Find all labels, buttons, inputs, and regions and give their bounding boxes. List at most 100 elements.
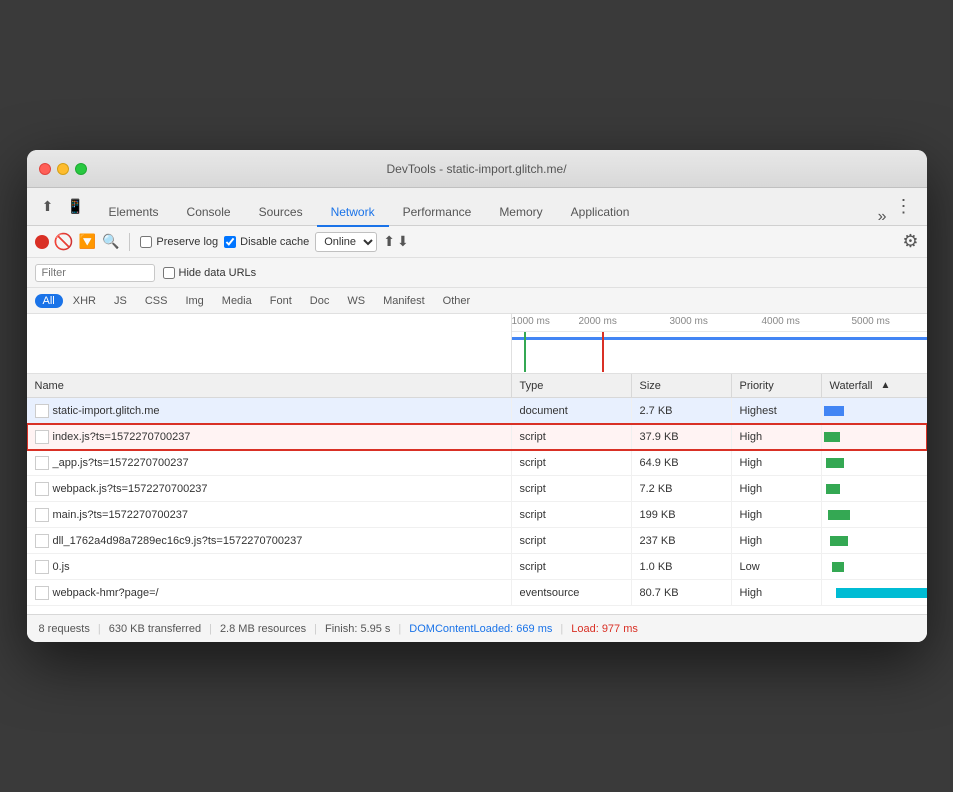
- sep-4: |: [398, 623, 401, 635]
- row-name-1: index.js?ts=1572270700237: [27, 424, 512, 450]
- filter-font-button[interactable]: Font: [262, 294, 300, 308]
- filter-js-button[interactable]: JS: [106, 294, 135, 308]
- table-row[interactable]: webpack-hmr?page=/ eventsource 80.7 KB H…: [27, 580, 927, 606]
- preserve-log-text: Preserve log: [156, 236, 218, 248]
- filter-css-button[interactable]: CSS: [137, 294, 176, 308]
- filter-media-button[interactable]: Media: [214, 294, 260, 308]
- hide-data-urls-label[interactable]: Hide data URLs: [163, 267, 257, 279]
- cursor-icon: ⬆: [42, 198, 54, 215]
- throttle-select[interactable]: Online: [315, 232, 377, 252]
- preserve-log-checkbox[interactable]: [140, 236, 152, 248]
- row-name-0: static-import.glitch.me: [27, 398, 512, 424]
- row-name-4: main.js?ts=1572270700237: [27, 502, 512, 528]
- devtools-body: ⬆ 📱 Elements Console Sources Network Per…: [27, 188, 927, 642]
- download-icon[interactable]: ⬇: [397, 233, 409, 250]
- row-waterfall-7: [822, 580, 927, 606]
- row-name-6: 0.js: [27, 554, 512, 580]
- tab-elements[interactable]: Elements: [95, 199, 173, 227]
- table-row[interactable]: 0.js script 1.0 KB Low: [27, 554, 927, 580]
- maximize-button[interactable]: [75, 163, 87, 175]
- tab-sources[interactable]: Sources: [245, 199, 317, 227]
- row-waterfall-4: [822, 502, 927, 528]
- record-button[interactable]: [35, 235, 49, 249]
- tab-performance[interactable]: Performance: [389, 199, 486, 227]
- row-priority-4: High: [732, 502, 822, 528]
- ruler-mark-5000: 5000 ms: [852, 316, 890, 327]
- timeline-bars: [512, 332, 927, 372]
- minimize-button[interactable]: [57, 163, 69, 175]
- disable-cache-checkbox[interactable]: [224, 236, 236, 248]
- col-size-header: Size: [632, 374, 732, 397]
- table-row[interactable]: main.js?ts=1572270700237 script 199 KB H…: [27, 502, 927, 528]
- waterfall-sort-icon: ▲: [881, 380, 891, 391]
- row-priority-6: Low: [732, 554, 822, 580]
- col-priority-header: Priority: [732, 374, 822, 397]
- col-name-header: Name: [27, 374, 512, 397]
- device-toggle-button[interactable]: 📱: [63, 194, 89, 220]
- waterfall-bar-5: [830, 536, 848, 546]
- tab-application[interactable]: Application: [557, 199, 644, 227]
- requests-table: Name Type Size Priority Waterfall ▲: [27, 374, 927, 614]
- sep-1: |: [98, 623, 101, 635]
- row-priority-2: High: [732, 450, 822, 476]
- status-bar: 8 requests | 630 KB transferred | 2.8 MB…: [27, 614, 927, 642]
- row-type-6: script: [512, 554, 632, 580]
- filter-input[interactable]: [35, 264, 155, 282]
- row-size-5: 237 KB: [632, 528, 732, 554]
- waterfall-bar-2: [826, 458, 844, 468]
- filter-doc-button[interactable]: Doc: [302, 294, 338, 308]
- filter-ws-button[interactable]: WS: [339, 294, 373, 308]
- preserve-log-label[interactable]: Preserve log: [140, 236, 218, 248]
- row-priority-0: Highest: [732, 398, 822, 424]
- settings-icon[interactable]: ⚙: [902, 231, 918, 252]
- filter-img-button[interactable]: Img: [177, 294, 211, 308]
- filter-other-button[interactable]: Other: [435, 294, 479, 308]
- kebab-menu-button[interactable]: ⋮: [889, 196, 919, 217]
- stop-recording-button[interactable]: 🚫: [55, 233, 73, 251]
- request-count: 8 requests: [39, 623, 90, 635]
- network-toolbar: 🚫 🔽 🔍 Preserve log Disable cache Online …: [27, 226, 927, 258]
- hide-data-urls-checkbox[interactable]: [163, 267, 175, 279]
- close-button[interactable]: [39, 163, 51, 175]
- more-tabs-button[interactable]: »: [878, 208, 887, 226]
- type-filter-bar: All XHR JS CSS Img Media Font Doc WS Man…: [27, 288, 927, 314]
- ruler-mark-2000: 2000 ms: [579, 316, 617, 327]
- table-row[interactable]: static-import.glitch.me document 2.7 KB …: [27, 398, 927, 424]
- sep-3: |: [314, 623, 317, 635]
- sep-5: |: [560, 623, 563, 635]
- table-row[interactable]: _app.js?ts=1572270700237 script 64.9 KB …: [27, 450, 927, 476]
- disable-cache-label[interactable]: Disable cache: [224, 236, 309, 248]
- table-row[interactable]: webpack.js?ts=1572270700237 script 7.2 K…: [27, 476, 927, 502]
- dom-content-loaded: DOMContentLoaded: 669 ms: [409, 623, 552, 635]
- finish-time: Finish: 5.95 s: [325, 623, 390, 635]
- row-type-0: document: [512, 398, 632, 424]
- file-icon-1: [35, 430, 49, 444]
- separator-1: [129, 233, 130, 251]
- traffic-lights: [39, 163, 87, 175]
- cursor-icon-button[interactable]: ⬆: [35, 194, 61, 220]
- tab-console[interactable]: Console: [173, 199, 245, 227]
- filter-xhr-button[interactable]: XHR: [65, 294, 104, 308]
- tab-memory[interactable]: Memory: [485, 199, 556, 227]
- filter-manifest-button[interactable]: Manifest: [375, 294, 433, 308]
- ruler-marks: 1000 ms 2000 ms 3000 ms 4000 ms 5000 ms …: [512, 314, 927, 332]
- row-name-7: webpack-hmr?page=/: [27, 580, 512, 606]
- table-row[interactable]: index.js?ts=1572270700237 script 37.9 KB…: [27, 424, 927, 450]
- row-type-7: eventsource: [512, 580, 632, 606]
- filter-all-button[interactable]: All: [35, 294, 63, 308]
- upload-icon[interactable]: ⬆: [383, 233, 395, 250]
- col-waterfall-header: Waterfall ▲: [822, 374, 927, 397]
- file-icon-5: [35, 534, 49, 548]
- search-button[interactable]: 🔍: [102, 233, 119, 250]
- waterfall-cyan-bar-7: [836, 588, 927, 598]
- row-priority-5: High: [732, 528, 822, 554]
- ruler-mark-1000: 1000 ms: [512, 316, 550, 327]
- hide-data-urls-text: Hide data URLs: [179, 267, 257, 279]
- transferred-size: 630 KB transferred: [109, 623, 201, 635]
- row-name-5: dll_1762a4d98a7289ec16c9.js?ts=157227070…: [27, 528, 512, 554]
- table-row[interactable]: dll_1762a4d98a7289ec16c9.js?ts=157227070…: [27, 528, 927, 554]
- tab-network[interactable]: Network: [317, 199, 389, 227]
- file-icon-7: [35, 586, 49, 600]
- row-priority-1: High: [732, 424, 822, 450]
- table-header: Name Type Size Priority Waterfall ▲: [27, 374, 927, 398]
